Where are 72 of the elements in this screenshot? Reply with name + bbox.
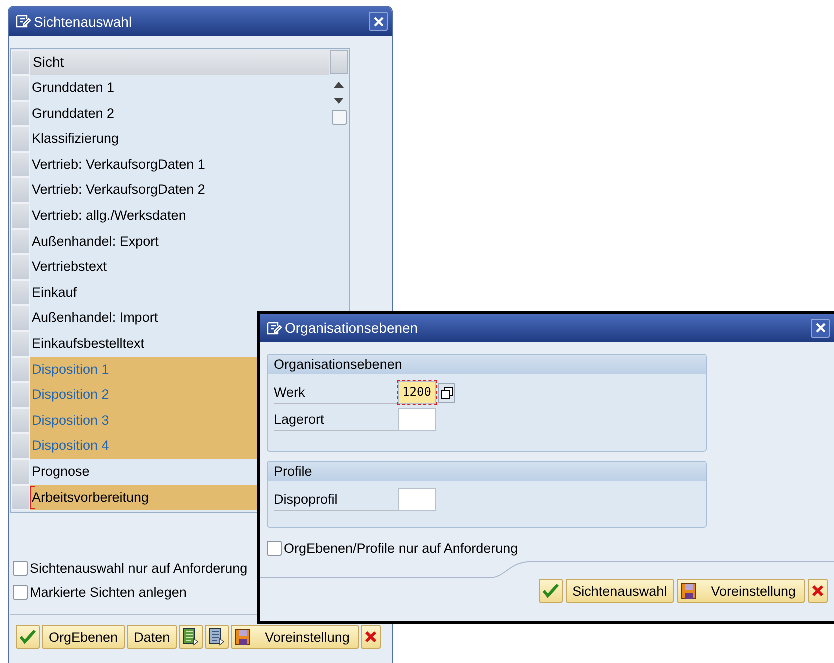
cancel-icon xyxy=(364,631,377,643)
checkbox-label: Sichtenauswahl nur auf Anforderung xyxy=(30,561,248,576)
group-title: Organisationsebenen xyxy=(268,355,706,374)
table-row[interactable]: Vertriebstext xyxy=(30,254,329,280)
window-icon xyxy=(16,15,31,28)
column-settings-button[interactable] xyxy=(330,50,348,74)
cancel-button[interactable] xyxy=(808,579,828,603)
group-title: Profile xyxy=(268,462,706,481)
row-selector[interactable] xyxy=(11,330,30,357)
scroll-up-button[interactable] xyxy=(334,82,344,88)
input-field[interactable] xyxy=(398,488,436,511)
list-icon xyxy=(183,628,200,646)
row-selector[interactable] xyxy=(11,100,30,126)
save-icon xyxy=(681,582,698,600)
checkmark-icon xyxy=(20,630,36,644)
close-icon xyxy=(374,16,384,26)
checkbox[interactable] xyxy=(13,585,28,600)
row-selector[interactable] xyxy=(11,152,30,178)
row-selector[interactable] xyxy=(11,458,30,484)
row-selector[interactable] xyxy=(11,254,30,280)
checkbox-label: OrgEbenen/Profile nur auf Anforderung xyxy=(284,541,518,556)
row-selector[interactable] xyxy=(11,126,30,152)
row-selector[interactable] xyxy=(11,228,30,254)
input-field[interactable]: 1200 xyxy=(398,381,436,404)
confirm-button[interactable] xyxy=(16,625,40,649)
window-icon xyxy=(267,322,282,334)
close-icon xyxy=(816,323,826,333)
row-selector[interactable] xyxy=(11,202,30,229)
checkmark-icon xyxy=(542,584,559,598)
checkbox[interactable] xyxy=(13,561,28,576)
document-button[interactable] xyxy=(205,625,230,649)
row-selector[interactable] xyxy=(11,305,30,331)
value-help-button[interactable] xyxy=(438,382,455,402)
close-button[interactable] xyxy=(811,318,830,338)
row-selector[interactable] xyxy=(11,280,30,306)
copy-icon xyxy=(440,386,452,398)
list-button[interactable] xyxy=(179,625,204,649)
window-title: Sichtenauswahl xyxy=(34,14,134,30)
table-row[interactable]: Vertrieb: VerkaufsorgDaten 1 xyxy=(30,152,329,178)
document-icon xyxy=(209,628,226,646)
checkbox-label: Markierte Sichten anlegen xyxy=(30,585,187,600)
table-row[interactable]: Grunddaten 1 xyxy=(30,75,329,101)
row-selector[interactable] xyxy=(11,177,30,203)
table-row[interactable]: Klassifizierung xyxy=(30,126,329,152)
toolbar-button[interactable]: OrgEbenen xyxy=(42,625,126,649)
select-all-button[interactable] xyxy=(11,50,30,75)
table-row[interactable]: Vertrieb: allg./Werksdaten xyxy=(30,202,329,229)
row-selector[interactable] xyxy=(11,382,30,408)
close-button[interactable] xyxy=(369,12,388,31)
toolbar-button[interactable]: Daten xyxy=(127,625,178,649)
table-row[interactable]: Vertrieb: VerkaufsorgDaten 2 xyxy=(30,177,329,203)
column-header[interactable]: Sicht xyxy=(30,50,329,75)
table-row[interactable]: Grunddaten 2 xyxy=(30,100,329,126)
row-selector[interactable] xyxy=(11,484,30,510)
save-button[interactable]: Voreinstellung xyxy=(677,579,805,603)
table-row[interactable]: Einkauf xyxy=(30,280,329,306)
toolbar-button[interactable]: Sichtenauswahl xyxy=(566,579,674,603)
scroll-thumb[interactable] xyxy=(332,110,346,125)
row-selector[interactable] xyxy=(11,408,30,434)
window-title: Organisationsebenen xyxy=(285,320,420,336)
input-field[interactable] xyxy=(398,408,436,431)
scroll-down-button[interactable] xyxy=(334,98,344,104)
save-button[interactable]: Voreinstellung xyxy=(231,625,359,649)
row-selector[interactable] xyxy=(11,433,30,459)
cancel-icon xyxy=(812,585,824,597)
row-selector[interactable] xyxy=(11,356,30,382)
save-icon xyxy=(235,628,252,646)
row-selector[interactable] xyxy=(11,75,30,101)
checkbox[interactable] xyxy=(267,541,282,556)
confirm-button[interactable] xyxy=(538,579,563,603)
cancel-button[interactable] xyxy=(360,625,381,649)
table-row[interactable]: Außenhandel: Export xyxy=(30,228,329,254)
